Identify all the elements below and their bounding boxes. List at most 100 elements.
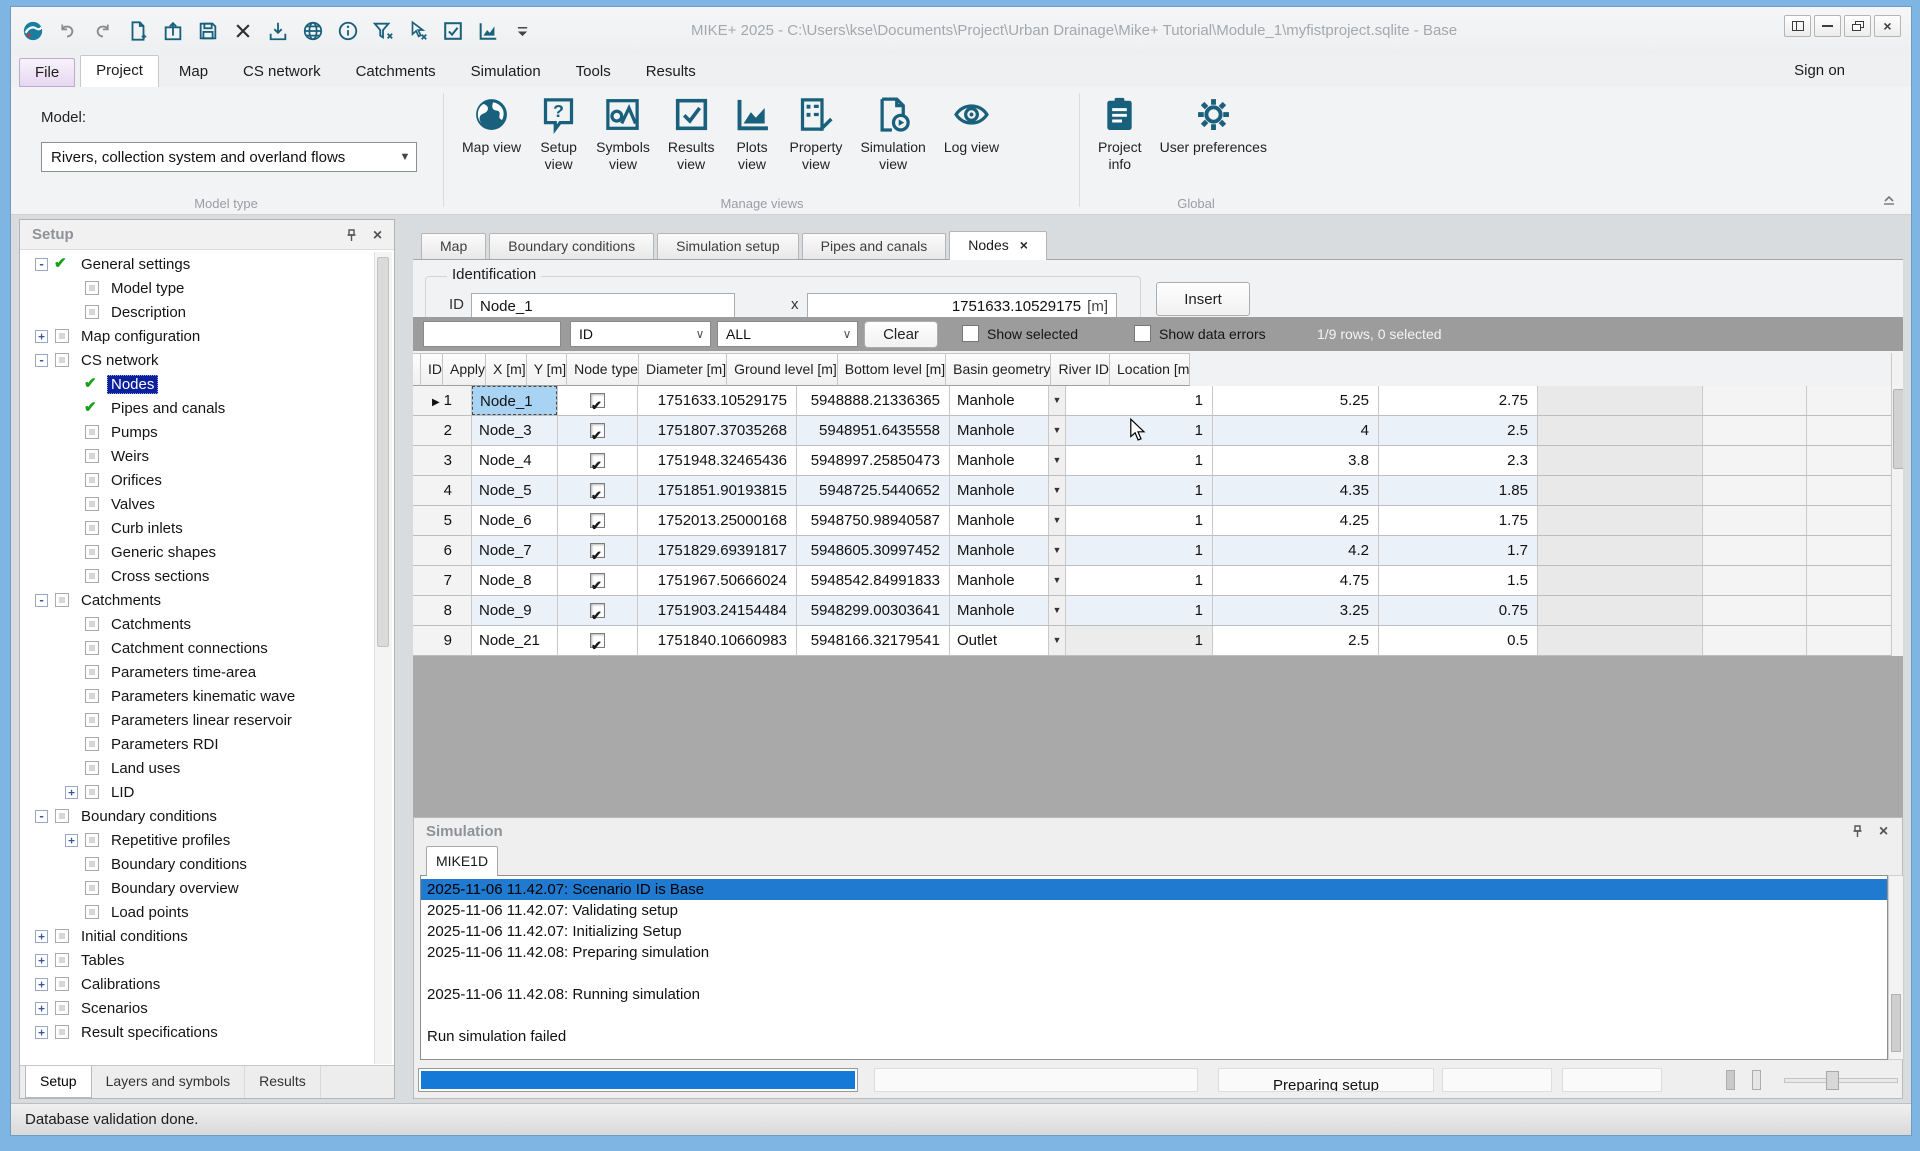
y-cell[interactable]: 5948951.6435558 [797,416,950,446]
diameter-cell[interactable]: 1 [1066,386,1213,416]
simulation-view-button[interactable]: Simulation view [851,90,934,175]
grid-column-header[interactable]: ID [421,353,443,386]
tree-checkbox[interactable] [55,593,69,607]
tree-expander-icon[interactable] [65,834,78,847]
apply-cell[interactable] [558,536,638,566]
document-tab[interactable]: Map× [421,233,486,259]
tree-checkbox[interactable] [85,305,99,319]
ground-level-cell[interactable]: 4.2 [1213,536,1379,566]
grid-scrollbar[interactable] [1891,353,1903,656]
ground-level-cell[interactable]: 2.5 [1213,626,1379,656]
tree-expander-icon[interactable] [35,1002,48,1015]
zoom-bar-icon[interactable] [1752,1070,1761,1090]
ground-level-cell[interactable]: 4 [1213,416,1379,446]
row-header-cell[interactable]: ▶9 [413,626,472,656]
node-type-dropdown-icon[interactable]: ▼ [1048,446,1065,475]
node-type-cell[interactable]: Manhole▼ [950,386,1066,416]
tree-checkbox[interactable] [85,689,99,703]
tree-item[interactable]: Map configuration [22,324,372,348]
apply-cell[interactable] [558,506,638,536]
filter-mode-select[interactable]: ALL ∨ [717,321,858,347]
log-line[interactable]: Run simulation failed [421,1026,1887,1047]
tree-item[interactable]: Repetitive profiles [22,828,372,852]
diameter-cell[interactable]: 1 [1066,506,1213,536]
id-cell[interactable]: Node_7 [472,536,558,566]
symbols-view-button[interactable]: Symbols view [587,90,659,175]
insert-button[interactable]: Insert [1156,282,1250,316]
x-cell[interactable]: 1751967.50666024 [638,566,797,596]
y-cell[interactable]: 5948605.30997452 [797,536,950,566]
pin-icon[interactable] [343,227,360,244]
x-cell[interactable]: 1751807.37035268 [638,416,797,446]
tree-checkbox[interactable] [55,953,69,967]
new-document-button[interactable] [124,18,151,45]
save-button[interactable] [194,18,221,45]
bottom-level-cell[interactable]: 1.7 [1379,536,1538,566]
grid-column-header[interactable]: Ground level [m] [727,353,838,386]
show-data-errors-checkbox[interactable] [1134,325,1151,342]
x-cell[interactable]: 1752013.25000168 [638,506,797,536]
tree-expander-icon[interactable] [35,978,48,991]
node-type-cell[interactable]: Manhole▼ [950,446,1066,476]
deselect-button[interactable] [404,18,431,45]
validate-button[interactable] [439,18,466,45]
close-button[interactable]: × [1874,15,1901,37]
tree-checkbox[interactable] [55,929,69,943]
tree-expander-icon[interactable] [35,354,48,367]
document-tab[interactable]: Boundary conditions× [489,233,654,259]
diameter-cell[interactable]: 1 [1066,446,1213,476]
location-cell[interactable] [1807,596,1893,626]
row-header-cell[interactable]: ▶3 [413,446,472,476]
x-cell[interactable]: 1751633.10529175 [638,386,797,416]
grid-column-header[interactable]: River ID [1051,353,1110,386]
bottom-level-cell[interactable]: 1.5 [1379,566,1538,596]
tree-item[interactable]: Nodes [22,372,372,396]
menu-tab[interactable]: CS network [228,57,336,87]
document-tab[interactable]: Simulation setup× [657,233,799,259]
row-header-cell[interactable]: ▶8 [413,596,472,626]
x-field-input[interactable]: 1751633.10529175 [m] [807,293,1117,320]
node-type-dropdown-icon[interactable]: ▼ [1048,476,1065,505]
apply-cell[interactable] [558,416,638,446]
x-cell[interactable]: 1751851.90193815 [638,476,797,506]
log-line[interactable] [421,963,1887,984]
menu-tab[interactable]: Map [164,57,223,87]
apply-checkbox[interactable] [590,513,605,528]
undo-button[interactable] [54,18,81,45]
tree-checkbox[interactable] [85,401,99,415]
row-header-cell[interactable]: ▶2 [413,416,472,446]
tree-checkbox[interactable] [55,329,69,343]
diameter-cell[interactable]: 1 [1066,596,1213,626]
close-panel-icon[interactable]: × [1875,823,1892,840]
delete-button[interactable] [229,18,256,45]
node-type-cell[interactable]: Manhole▼ [950,596,1066,626]
tree-checkbox[interactable] [55,809,69,823]
panel-bottom-tab[interactable]: Results [245,1066,321,1098]
log-line[interactable]: 2025-11-06 11.42.07: Initializing Setup [421,921,1887,942]
y-cell[interactable]: 5948542.84991833 [797,566,950,596]
river-id-cell[interactable] [1703,536,1807,566]
scrollbar-thumb[interactable] [1893,389,1903,469]
grid-column-header[interactable]: Apply [443,353,486,386]
river-id-cell[interactable] [1703,476,1807,506]
tree-item[interactable]: Parameters RDI [22,732,372,756]
setup-tree-scrollbar[interactable] [374,252,392,1064]
diameter-cell[interactable]: 1 [1066,476,1213,506]
zoom-slider-handle[interactable] [1826,1071,1839,1090]
diameter-cell[interactable]: 1 [1066,626,1213,656]
river-id-cell[interactable] [1703,596,1807,626]
ground-level-cell[interactable]: 4.75 [1213,566,1379,596]
tree-checkbox[interactable] [85,905,99,919]
tree-item[interactable]: Result specifications [22,1020,372,1044]
location-cell[interactable] [1807,536,1893,566]
log-line[interactable]: 2025-11-06 11.42.07: Validating setup [421,900,1887,921]
panel-bottom-tab[interactable]: Setup [25,1066,92,1098]
grid-column-header[interactable]: Node type [567,353,639,386]
apply-checkbox[interactable] [590,423,605,438]
tree-checkbox[interactable] [85,617,99,631]
apply-checkbox[interactable] [590,603,605,618]
tree-checkbox[interactable] [85,833,99,847]
grid-column-header[interactable]: X [m] [486,353,527,386]
row-header-cell[interactable]: ▶1 [413,386,472,416]
tree-item[interactable]: Generic shapes [22,540,372,564]
